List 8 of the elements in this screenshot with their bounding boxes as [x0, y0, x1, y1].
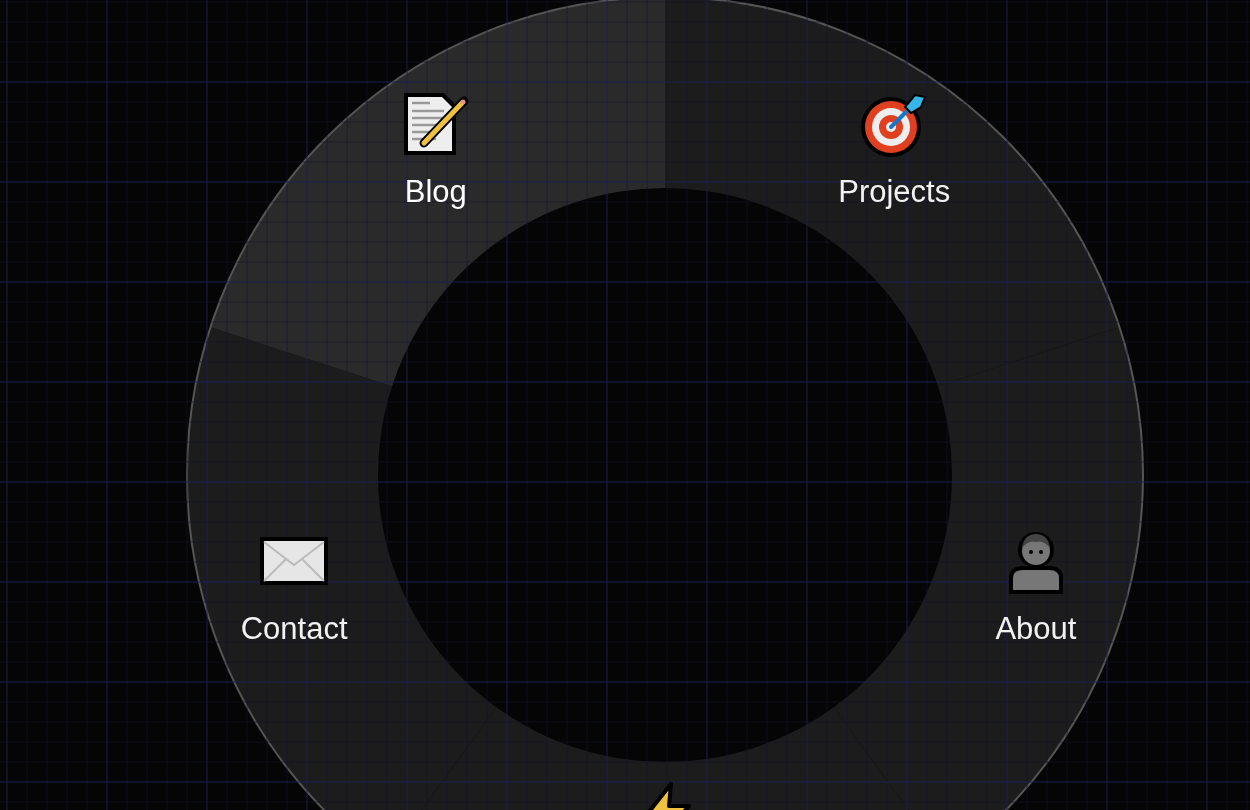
target-with-dart-icon: [861, 91, 928, 158]
envelope-icon: [260, 536, 329, 585]
menu-item-label[interactable]: Contact: [240, 612, 348, 643]
menu-segment[interactable]: [187, 327, 497, 810]
document-with-pencil-icon: [401, 91, 470, 158]
menu-item-label[interactable]: Projects: [838, 175, 951, 207]
menu-item-label[interactable]: About: [995, 612, 1077, 643]
menu-item-label[interactable]: Blog: [404, 175, 467, 207]
